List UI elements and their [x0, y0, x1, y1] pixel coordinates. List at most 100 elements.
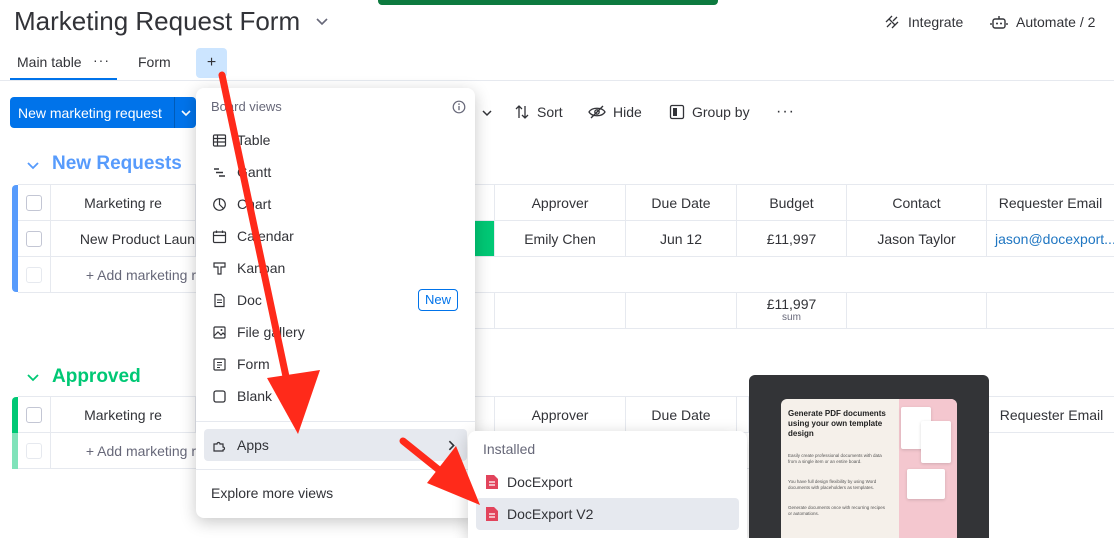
status-cell[interactable]: [475, 221, 495, 257]
board-views-heading: Board views: [211, 99, 282, 114]
board-views-menu: Board views Table Gantt Chart Calendar K…: [196, 88, 475, 518]
select-all-cell[interactable]: [18, 185, 51, 221]
add-item-input[interactable]: + Add marketing r: [51, 257, 196, 293]
column-header-budget[interactable]: Budget: [737, 185, 847, 221]
calendar-icon: [212, 230, 227, 243]
new-item-button[interactable]: New marketing request: [10, 97, 196, 128]
group-title-approved[interactable]: Approved: [52, 366, 141, 388]
board-title[interactable]: Marketing Request Form: [14, 6, 300, 37]
column-header-name[interactable]: Marketing re: [51, 185, 196, 221]
docexport-icon: [486, 507, 498, 521]
add-view-button[interactable]: +: [196, 48, 227, 78]
budget-sum-value: £11,997: [766, 295, 817, 312]
group-collapse-icon[interactable]: [26, 370, 40, 384]
kanban-icon: [213, 261, 226, 275]
view-option-doc[interactable]: Doc New: [204, 284, 467, 316]
view-option-table[interactable]: Table: [204, 124, 467, 156]
automate-button[interactable]: Automate / 2: [990, 14, 1095, 30]
add-row-checkbox: [26, 266, 42, 283]
form-icon: [213, 357, 226, 371]
view-option-file-gallery[interactable]: File gallery: [204, 316, 467, 348]
row-checkbox[interactable]: [26, 230, 42, 247]
sort-button[interactable]: Sort: [514, 104, 563, 120]
select-all-checkbox[interactable]: [26, 406, 42, 423]
column-header-approver[interactable]: Approver: [495, 397, 626, 433]
chevron-right-icon: [448, 440, 455, 451]
explore-more-views-link[interactable]: Explore more views: [211, 485, 333, 501]
apps-submenu: Installed DocExport DocExport V2: [468, 431, 747, 538]
view-option-label: Gantt: [237, 164, 272, 180]
preview-text-line: You have full design flexibility by usin…: [788, 479, 877, 490]
group-title-new-requests[interactable]: New Requests: [52, 153, 182, 175]
column-header-requester-email[interactable]: Requester Email: [987, 185, 1114, 221]
integrate-button[interactable]: Integrate: [884, 14, 963, 30]
app-option-label: DocExport V2: [507, 506, 594, 522]
summary-email-cell: [987, 293, 1114, 329]
add-row-select-cell: [18, 433, 51, 469]
filter-chevron-icon[interactable]: [481, 107, 493, 119]
summary-approver-cell: [495, 293, 626, 329]
tab-main-table[interactable]: Main table: [17, 54, 82, 70]
column-header-approver[interactable]: Approver: [495, 185, 626, 221]
installed-heading: Installed: [483, 441, 536, 457]
select-all-cell[interactable]: [18, 397, 51, 433]
view-option-chart[interactable]: Chart: [204, 188, 467, 220]
requester-email-cell[interactable]: jason@docexport...: [987, 221, 1114, 257]
view-option-form[interactable]: Form: [204, 348, 467, 380]
table-icon: [212, 133, 227, 147]
select-all-checkbox[interactable]: [26, 194, 42, 211]
preview-title: Generate PDF documents using your own te…: [788, 409, 886, 438]
app-option-docexport[interactable]: DocExport: [476, 466, 739, 498]
view-option-kanban[interactable]: Kanban: [204, 252, 467, 284]
integrate-label: Integrate: [908, 14, 964, 30]
docexport-icon: [486, 475, 498, 489]
summary-status-cell: [475, 293, 495, 329]
column-header-partial: [737, 397, 749, 433]
due-date-cell[interactable]: Jun 12: [626, 221, 737, 257]
column-header-requester-email[interactable]: Requester Email: [989, 397, 1114, 433]
approver-cell[interactable]: Emily Chen: [495, 221, 626, 257]
item-name-cell[interactable]: New Product Laun: [51, 221, 196, 257]
menu-divider: [196, 421, 475, 422]
file-gallery-icon: [213, 325, 226, 339]
apps-menu-item[interactable]: Apps: [204, 429, 467, 461]
view-option-label: Form: [237, 356, 270, 372]
tab-options-icon[interactable]: ···: [93, 52, 110, 68]
column-header-due-date[interactable]: Due Date: [626, 397, 737, 433]
row-select-cell[interactable]: [18, 221, 51, 257]
group-by-label: Group by: [692, 104, 750, 120]
app-option-docexport-v2[interactable]: DocExport V2: [476, 498, 739, 530]
hide-button[interactable]: Hide: [588, 104, 642, 120]
column-header-due-date[interactable]: Due Date: [626, 185, 737, 221]
preview-doc-thumbnail: [907, 469, 945, 499]
new-item-label: New marketing request: [18, 104, 162, 121]
budget-cell[interactable]: £11,997: [737, 221, 847, 257]
column-header-contact[interactable]: Contact: [847, 185, 987, 221]
chevron-down-icon[interactable]: [175, 107, 196, 119]
doc-icon: [214, 293, 225, 307]
blank-icon: [213, 389, 226, 403]
budget-summary-cell: £11,997 sum: [737, 293, 847, 329]
view-option-blank[interactable]: Blank: [204, 380, 467, 412]
view-option-label: Doc: [237, 292, 262, 308]
add-row-checkbox: [26, 442, 42, 459]
column-header-status[interactable]: [475, 397, 495, 433]
tab-form[interactable]: Form: [138, 54, 171, 70]
view-option-label: Kanban: [237, 260, 286, 276]
app-option-label: DocExport: [507, 474, 573, 490]
preview-doc-thumbnail: [921, 421, 951, 463]
view-option-gantt[interactable]: Gantt: [204, 156, 467, 188]
group-by-button[interactable]: Group by: [669, 104, 750, 120]
view-option-label: Chart: [237, 196, 272, 212]
chevron-down-icon[interactable]: [314, 13, 330, 29]
column-header-status[interactable]: [475, 185, 495, 221]
contact-cell[interactable]: Jason Taylor: [847, 221, 987, 257]
app-preview-tooltip: Generate PDF documents using your own te…: [749, 375, 989, 538]
view-option-calendar[interactable]: Calendar: [204, 220, 467, 252]
column-header-name[interactable]: Marketing re: [51, 397, 196, 433]
menu-divider: [196, 469, 475, 470]
add-item-input[interactable]: + Add marketing r: [51, 433, 196, 469]
info-icon[interactable]: [452, 100, 466, 114]
more-options-icon[interactable]: ···: [776, 103, 795, 121]
group-collapse-icon[interactable]: [26, 158, 40, 172]
